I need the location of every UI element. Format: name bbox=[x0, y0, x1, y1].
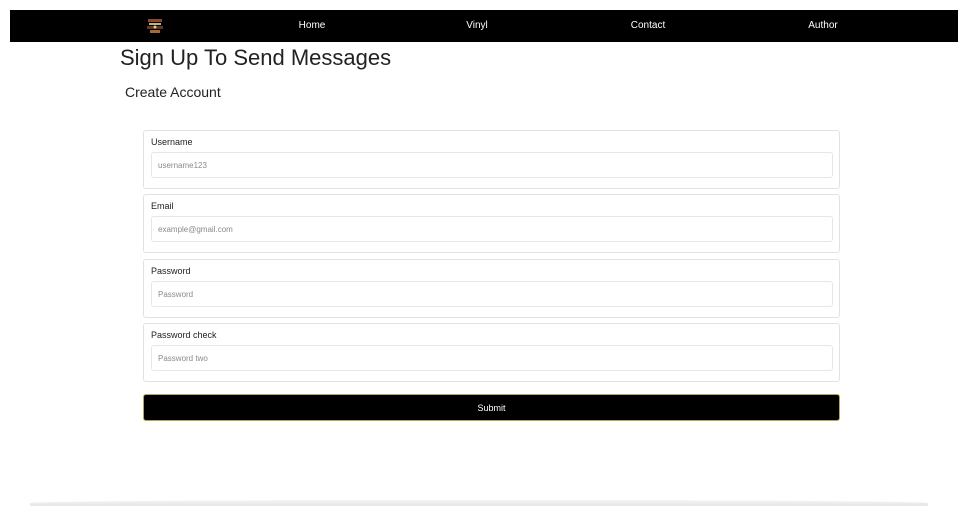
vinyl-record-logo-icon[interactable] bbox=[146, 17, 164, 35]
email-input[interactable] bbox=[151, 216, 833, 242]
username-input[interactable] bbox=[151, 152, 833, 178]
password-check-label: Password check bbox=[151, 330, 217, 340]
password-label: Password bbox=[151, 266, 191, 276]
page-title: Sign Up To Send Messages bbox=[120, 45, 392, 70]
nav-link-contact[interactable]: Contact bbox=[631, 10, 665, 42]
nav-link-vinyl[interactable]: Vinyl bbox=[466, 10, 488, 42]
username-field-group: Username bbox=[143, 130, 840, 189]
submit-button[interactable]: Submit bbox=[143, 394, 840, 421]
password-input[interactable] bbox=[151, 281, 833, 307]
nav-link-home[interactable]: Home bbox=[299, 10, 326, 42]
password-check-input[interactable] bbox=[151, 345, 833, 371]
nav-link-author[interactable]: Author bbox=[808, 10, 837, 42]
footer-shadow bbox=[30, 500, 928, 506]
create-account-heading: Create Account bbox=[125, 84, 221, 100]
top-navbar: Home Vinyl Contact Author bbox=[10, 10, 958, 42]
username-label: Username bbox=[151, 137, 193, 147]
email-field-group: Email bbox=[143, 194, 840, 253]
password-field-group: Password bbox=[143, 259, 840, 318]
email-label: Email bbox=[151, 201, 174, 211]
password-check-field-group: Password check bbox=[143, 323, 840, 382]
